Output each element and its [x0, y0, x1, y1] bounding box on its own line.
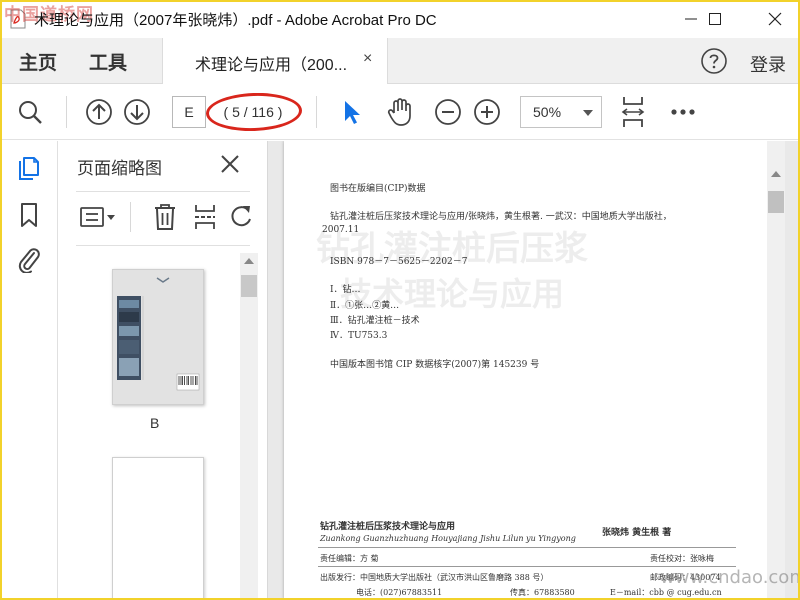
divider-rule	[318, 547, 736, 548]
close-icon[interactable]	[218, 152, 242, 176]
hand-tool-icon	[387, 98, 411, 126]
authors: 张晓炜 黄生根 著	[602, 528, 672, 538]
toolbar-divider	[66, 96, 67, 128]
close-window-button[interactable]	[752, 0, 798, 38]
email-address: E－mail：cbb @ cug.edu.cn	[610, 588, 722, 597]
more-icon	[671, 109, 695, 115]
thumbnail-page[interactable]	[112, 457, 204, 600]
page-extract-icon	[195, 205, 215, 229]
previous-page-button[interactable]	[83, 96, 115, 128]
book-back-cover-image	[113, 270, 203, 404]
trash-icon	[155, 204, 175, 230]
zoom-out-icon	[435, 99, 461, 125]
document-view[interactable]: 钻孔灌注桩后压浆 技术理论与应用 图书在版编目(CIP)数据 钻孔灌注桩后压浆技…	[268, 141, 800, 600]
pdf-page: 钻孔灌注桩后压浆 技术理论与应用 图书在版编目(CIP)数据 钻孔灌注桩后压浆技…	[284, 141, 770, 600]
fax-number: 传真：67883580	[510, 588, 575, 597]
document-tab[interactable]: 术理论与应用（200... ×	[162, 38, 388, 84]
window-title: 术理论与应用（2007年张晓炜）.pdf - Adobe Acrobat Pro…	[34, 12, 437, 29]
phone-number: 电话：(027)67883511	[356, 588, 443, 597]
extract-page-button[interactable]	[190, 202, 220, 232]
page-up-icon	[86, 99, 112, 125]
cip-number: 中国版本图书馆 CIP 数据核字(2007)第 145239 号	[330, 360, 540, 370]
tab-row: 主页 工具 术理论与应用（200... × 登录	[0, 38, 800, 84]
close-icon	[768, 12, 782, 26]
paperclip-icon	[18, 248, 40, 273]
panel-divider	[76, 245, 250, 246]
chevron-down-icon	[583, 110, 593, 116]
thumbnail-scrollbar[interactable]	[240, 253, 258, 600]
menu-tools[interactable]: 工具	[89, 48, 127, 75]
book-title-pinyin: Zuankong Guanzhuzhuang Houyajiang Jishu …	[320, 534, 576, 543]
help-icon[interactable]	[700, 47, 728, 75]
subject-entry: Ⅰ．钻…	[330, 285, 361, 295]
scroll-up-arrow-icon[interactable]	[244, 258, 254, 264]
maximize-icon	[709, 13, 721, 25]
site-watermark: www.cndao.com	[660, 567, 800, 588]
page-down-icon	[124, 99, 150, 125]
search-icon	[19, 101, 42, 124]
bookmark-icon	[21, 203, 37, 227]
scrollbar-thumb[interactable]	[241, 275, 257, 297]
panel-toolbar-divider	[130, 202, 131, 232]
scrollbar-thumb[interactable]	[768, 191, 784, 213]
isbn-text: ISBN 978－7－5625－2202－7	[330, 257, 468, 267]
zoom-level-value: 50%	[533, 104, 562, 120]
panel-divider	[76, 191, 250, 192]
select-tool-button[interactable]	[336, 96, 368, 128]
book-title: 钻孔灌注桩后压浆技术理论与应用	[320, 522, 456, 532]
editor-credit: 责任编辑：方 菊	[320, 554, 379, 563]
zoom-out-button[interactable]	[432, 96, 464, 128]
delete-page-button[interactable]	[150, 202, 180, 232]
page-thumbnails-icon	[19, 157, 39, 180]
page-count: ( 5 / 116 )	[223, 104, 283, 120]
fit-page-button[interactable]	[617, 96, 649, 128]
menu-home[interactable]: 主页	[19, 48, 57, 75]
thumbnail-label: B	[150, 415, 160, 431]
zoom-in-icon	[474, 99, 500, 125]
login-link[interactable]: 登录	[750, 51, 786, 77]
thumbnail-page[interactable]	[112, 269, 204, 405]
more-tools-button[interactable]	[667, 96, 699, 128]
proofreader-credit: 责任校对：张咏梅	[650, 554, 714, 563]
thumbnail-panel: 页面缩略图 B	[58, 141, 268, 600]
cip-entry-line-1: 钻孔灌注桩后压浆技术理论与应用/张晓炜，黄生根著. 一武汉：中国地质大学出版社，	[330, 212, 672, 222]
tab-close-icon[interactable]: ×	[363, 50, 372, 68]
scroll-up-arrow-icon[interactable]	[771, 171, 781, 177]
main-toolbar: E ( 5 / 116 ) 50%	[0, 84, 800, 140]
document-tab-label: 术理论与应用（200...	[195, 57, 348, 74]
options-menu-icon	[80, 207, 115, 227]
publisher-line: 出版发行：中国地质大学出版社（武汉市洪山区鲁磨路 388 号）	[320, 573, 549, 582]
title-bar: 中国道桥网 术理论与应用（2007年张晓炜）.pdf - Adobe Acrob…	[0, 0, 800, 38]
rotate-icon	[231, 206, 251, 227]
fit-page-icon	[621, 97, 645, 127]
next-page-button[interactable]	[121, 96, 153, 128]
attachments-button[interactable]	[13, 243, 45, 275]
navigation-rail	[0, 141, 58, 600]
panel-title: 页面缩略图	[77, 159, 162, 178]
maximize-button[interactable]	[692, 0, 738, 38]
page-number-input[interactable]: E	[172, 96, 206, 128]
rotate-page-button[interactable]	[230, 202, 252, 232]
zoom-level-select[interactable]: 50%	[520, 96, 602, 128]
hand-tool-button[interactable]	[384, 96, 416, 128]
cip-entry-line-2: 2007.11	[322, 225, 360, 235]
subject-entry: Ⅲ．钻孔灌注桩－技术	[330, 316, 420, 326]
search-button[interactable]	[14, 96, 46, 128]
zoom-in-button[interactable]	[471, 96, 503, 128]
select-cursor-icon	[345, 101, 360, 124]
document-scrollbar[interactable]	[767, 141, 785, 600]
subject-entry: Ⅳ．TU753.3	[330, 331, 388, 341]
bookmarks-button[interactable]	[13, 199, 45, 231]
page-thumbnails-button[interactable]	[13, 153, 45, 185]
toolbar-divider	[316, 96, 317, 128]
thumbnail-options-button[interactable]	[78, 202, 118, 232]
subject-entry: Ⅱ．①张…②黄…	[330, 301, 400, 311]
cip-header: 图书在版编目(CIP)数据	[330, 184, 426, 194]
